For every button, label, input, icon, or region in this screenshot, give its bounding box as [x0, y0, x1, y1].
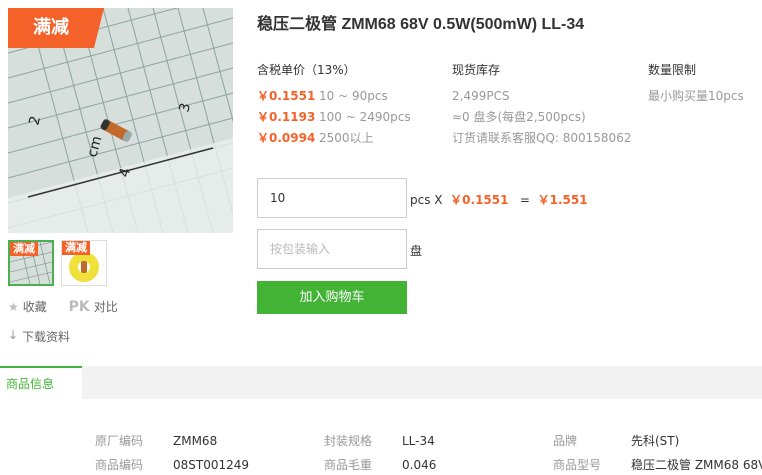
price-calculation: pcs X ￥0.1551 = ￥1.551 — [410, 191, 588, 208]
price-tier: ￥0.1551 10 ~ 90pcs — [257, 86, 411, 107]
product-title: 稳压二极管 ZMM68 68V 0.5W(500mW) LL-34 — [257, 16, 585, 33]
spec-value: 先科(ST) — [631, 434, 680, 448]
add-to-cart-button[interactable]: 加入购物车 — [257, 281, 407, 314]
tier-range: 100 ~ 2490pcs — [319, 110, 411, 124]
tier-price: ￥0.1193 — [257, 110, 316, 124]
favorite-button[interactable]: ★ 收藏 — [8, 298, 47, 315]
unit-label: pcs X — [410, 193, 443, 207]
thumbnail-2[interactable]: 满减 — [61, 240, 107, 286]
spec-item: 品牌 先科(ST) — [553, 433, 679, 450]
tier-range: 2500以上 — [319, 131, 374, 145]
thumbnail-badge: 满减 — [10, 242, 38, 256]
spec-value: 0.046 — [402, 458, 437, 472]
spec-key: 商品毛重 — [324, 458, 373, 472]
discount-badge: 满减 — [8, 8, 104, 48]
spec-value: 稳压二极管 ZMM68 68V — [631, 458, 762, 472]
spec-item: 商品编码 08ST001249 — [95, 457, 249, 474]
calc-total: ￥1.551 — [537, 193, 588, 207]
thumbnail-list: 满减 满减 — [8, 240, 107, 286]
price-header: 含税单价（13%） — [257, 63, 356, 77]
spec-value: 08ST001249 — [173, 458, 250, 472]
product-main-image: 2 cm 4 3 满减 — [8, 8, 233, 233]
limit-header: 数量限制 — [648, 63, 697, 77]
favorite-label: 收藏 — [22, 300, 47, 314]
min-purchase: 最小购买量10pcs — [648, 89, 744, 103]
price-tier: ￥0.0994 2500以上 — [257, 128, 411, 149]
spec-value: ZMM68 — [173, 434, 218, 448]
calc-unit-price: ￥0.1551 — [450, 193, 509, 207]
limit-column: 数量限制 最小购买量10pcs — [648, 61, 744, 107]
compare-label: 对比 — [93, 300, 118, 314]
product-actions: ★ 收藏 PK 对比 — [8, 298, 136, 315]
download-icon — [8, 328, 18, 342]
info-tab-bar: 商品信息 — [0, 366, 762, 399]
price-column: 含税单价（13%） ￥0.1551 10 ~ 90pcs ￥0.1193 100 ~… — [257, 61, 411, 149]
spec-item: 商品型号 稳压二极管 ZMM68 68V — [553, 457, 762, 474]
pk-icon: PK — [68, 298, 90, 315]
equals-sign: = — [519, 193, 530, 207]
spec-item: 原厂编码 ZMM68 — [95, 433, 217, 450]
spec-item: 封装规格 LL-34 — [324, 433, 435, 450]
tier-price: ￥0.0994 — [257, 131, 316, 145]
thumbnail-badge: 满减 — [62, 241, 90, 255]
thumbnail-1[interactable]: 满减 — [8, 240, 54, 286]
spec-item: 商品毛重 0.046 — [324, 457, 436, 474]
spec-key: 品牌 — [553, 434, 578, 448]
download-button[interactable]: 下载资料 — [8, 328, 70, 345]
tier-range: 10 ~ 90pcs — [319, 89, 388, 103]
pack-unit-label: 盘 — [410, 244, 423, 258]
stock-header: 现货库存 — [452, 63, 501, 77]
spec-key: 商品编码 — [95, 458, 144, 472]
spec-key: 封装规格 — [324, 434, 373, 448]
stock-column: 现货库存 2,499PCS ≈0 盘多(每盘2,500pcs) 订货请联系客服Q… — [452, 61, 631, 149]
spec-key: 原厂编码 — [95, 434, 144, 448]
download-label: 下载资料 — [22, 330, 71, 344]
quantity-input[interactable]: 10 — [257, 178, 407, 218]
star-icon: ★ — [8, 299, 19, 314]
stock-reels: ≈0 盘多(每盘2,500pcs) — [452, 110, 586, 124]
tab-product-info[interactable]: 商品信息 — [0, 366, 82, 399]
spec-key: 商品型号 — [553, 458, 602, 472]
order-contact: 订货请联系客服QQ: 800158062 — [452, 131, 632, 145]
stock-count: 2,499PCS — [452, 89, 510, 103]
compare-button[interactable]: PK 对比 — [69, 298, 118, 315]
spec-value: LL-34 — [402, 434, 435, 448]
price-tier: ￥0.1193 100 ~ 2490pcs — [257, 107, 411, 128]
tier-price: ￥0.1551 — [257, 89, 316, 103]
pack-quantity-input[interactable]: 按包装输入 — [257, 229, 407, 269]
